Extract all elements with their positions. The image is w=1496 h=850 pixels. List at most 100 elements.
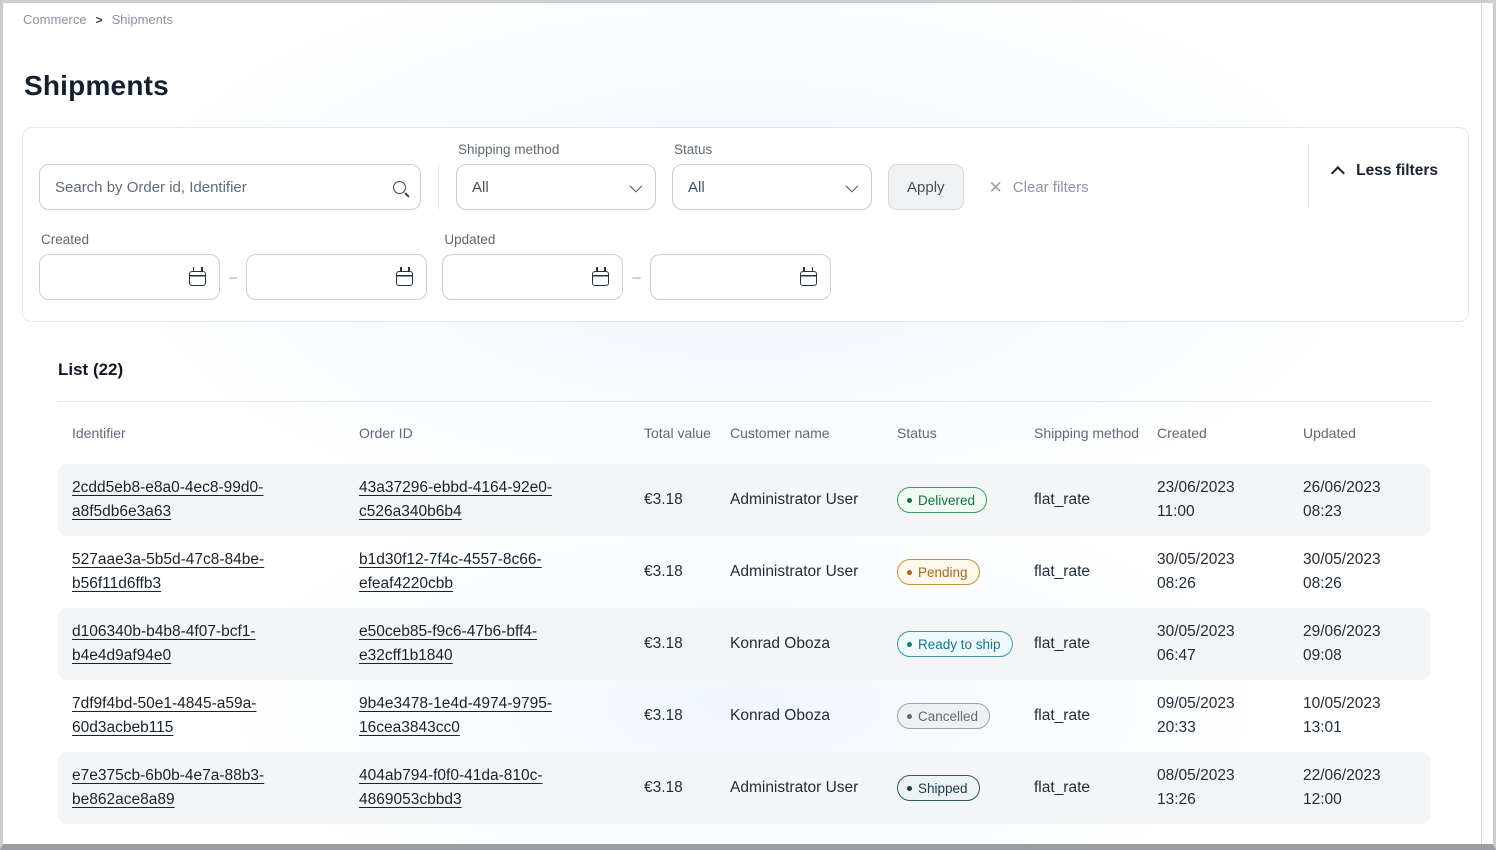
shipping-method-select[interactable]: All (456, 164, 656, 210)
close-icon: ✕ (989, 179, 1003, 196)
total-value-cell: €3.18 (644, 563, 730, 581)
status-dot-icon (907, 642, 912, 647)
status-badge: Pending (897, 559, 980, 585)
search-icon[interactable] (393, 181, 406, 194)
breadcrumb-commerce[interactable]: Commerce (23, 12, 87, 27)
shipments-page: Commerce > Shipments Shipments Shipping … (0, 0, 1496, 850)
breadcrumb-shipments[interactable]: Shipments (112, 12, 173, 27)
total-value-cell: €3.18 (644, 635, 730, 653)
calendar-icon[interactable] (396, 271, 413, 286)
status-badge: Cancelled (897, 703, 990, 729)
updated-to-box (650, 254, 831, 300)
updated-cell: 22/06/202312:00 (1303, 764, 1431, 812)
list-title: List (22) (58, 360, 1431, 380)
updated-to-input[interactable] (663, 269, 800, 286)
status-dot-icon (907, 786, 912, 791)
identifier-link[interactable]: e7e375cb-6b0b-4e7a-88b3-be862ace8a89 (72, 767, 264, 808)
created-cell: 08/05/202313:26 (1157, 764, 1303, 812)
updated-cell: 30/05/202308:26 (1303, 548, 1431, 596)
shipping-method-cell: flat_rate (1034, 707, 1157, 725)
filter-divider (438, 165, 439, 209)
table-header: Identifier Order ID Total value Customer… (58, 402, 1431, 464)
status-badge: Ready to ship (897, 631, 1013, 657)
clear-filters-button[interactable]: ✕ Clear filters (989, 164, 1089, 210)
order-id-link[interactable]: 9b4e3478-1e4d-4974-9795-16cea3843cc0 (359, 695, 552, 736)
chevron-up-icon (1331, 166, 1345, 180)
date-range-dash: – (632, 269, 640, 286)
order-id-link[interactable]: 43a37296-ebbd-4164-92e0-c526a340b6b4 (359, 479, 552, 520)
filters-row-main: Shipping method All Status All Apply (39, 142, 1452, 210)
identifier-link[interactable]: d106340b-b4b8-4f07-bcf1-b4e4d9af94e0 (72, 623, 256, 664)
shipping-method-filter: Shipping method All (456, 142, 656, 210)
page-title: Shipments (24, 70, 1481, 102)
table-row: d106340b-b4b8-4f07-bcf1-b4e4d9af94e0 e50… (58, 608, 1431, 680)
updated-cell: 29/06/202309:08 (1303, 620, 1431, 668)
status-dot-icon (907, 714, 912, 719)
order-id-link[interactable]: 404ab794-f0f0-41da-810c-4869053cbbd3 (359, 767, 543, 808)
calendar-icon[interactable] (592, 271, 609, 286)
filters-row-dates: Created – Updat (39, 232, 1452, 300)
updated-date-filter: Updated – (442, 232, 830, 300)
order-id-link[interactable]: b1d30f12-7f4c-4557-8c66-efeaf4220cbb (359, 551, 542, 592)
status-badge: Shipped (897, 775, 980, 801)
shipping-method-cell: flat_rate (1034, 563, 1157, 581)
order-id-link[interactable]: e50ceb85-f9c6-47b6-bff4-e32cff1b1840 (359, 623, 537, 664)
shipping-method-value: All (472, 179, 489, 196)
date-range-dash: – (229, 269, 237, 286)
created-cell: 30/05/202306:47 (1157, 620, 1303, 668)
breadcrumb: Commerce > Shipments (3, 3, 1481, 27)
status-label: Status (674, 142, 872, 157)
shipping-method-cell: flat_rate (1034, 635, 1157, 653)
column-header-status: Status (897, 425, 1034, 441)
status-select[interactable]: All (672, 164, 872, 210)
search-box (39, 164, 421, 210)
column-header-updated: Updated (1303, 425, 1431, 441)
status-filter: Status All (672, 142, 872, 210)
vertical-scrollbar[interactable] (1481, 3, 1493, 844)
identifier-link[interactable]: 2cdd5eb8-e8a0-4ec8-99d0-a8f5db6e3a63 (72, 479, 263, 520)
table-row: 7df9f4bd-50e1-4845-a59a-60d3acbeb115 9b4… (58, 680, 1431, 752)
customer-name-cell: Administrator User (730, 491, 897, 509)
customer-name-cell: Administrator User (730, 779, 897, 797)
customer-name-cell: Konrad Oboza (730, 635, 897, 653)
created-to-input[interactable] (259, 269, 396, 286)
shipping-method-cell: flat_rate (1034, 491, 1157, 509)
created-label: Created (41, 232, 427, 247)
less-filters-label: Less filters (1356, 162, 1438, 180)
status-badge: Delivered (897, 487, 987, 513)
total-value-cell: €3.18 (644, 707, 730, 725)
customer-name-cell: Administrator User (730, 563, 897, 581)
updated-cell: 26/06/202308:23 (1303, 476, 1431, 524)
identifier-link[interactable]: 527aae3a-5b5d-47c8-84be-b56f11d6ffb3 (72, 551, 264, 592)
updated-cell: 10/05/202313:01 (1303, 692, 1431, 740)
column-header-created: Created (1157, 425, 1303, 441)
table-row: 2cdd5eb8-e8a0-4ec8-99d0-a8f5db6e3a63 43a… (58, 464, 1431, 536)
created-cell: 30/05/202308:26 (1157, 548, 1303, 596)
column-header-shipping-method: Shipping method (1034, 425, 1157, 441)
search-input[interactable] (55, 179, 393, 196)
clear-filters-label: Clear filters (1013, 179, 1089, 196)
table-row: 527aae3a-5b5d-47c8-84be-b56f11d6ffb3 b1d… (58, 536, 1431, 608)
apply-button[interactable]: Apply (888, 164, 964, 210)
calendar-icon[interactable] (189, 271, 206, 286)
column-header-identifier: Identifier (72, 425, 359, 441)
column-header-total-value: Total value (644, 425, 730, 441)
updated-from-box (442, 254, 623, 300)
shipping-method-label: Shipping method (458, 142, 656, 157)
table-row: e7e375cb-6b0b-4e7a-88b3-be862ace8a89 404… (58, 752, 1431, 824)
updated-from-input[interactable] (455, 269, 592, 286)
identifier-link[interactable]: 7df9f4bd-50e1-4845-a59a-60d3acbeb115 (72, 695, 256, 736)
chevron-down-icon (630, 179, 643, 192)
created-from-input[interactable] (52, 269, 189, 286)
total-value-cell: €3.18 (644, 779, 730, 797)
status-dot-icon (907, 498, 912, 503)
less-filters-toggle[interactable]: Less filters (1335, 162, 1438, 180)
column-header-order-id: Order ID (359, 425, 644, 441)
total-value-cell: €3.18 (644, 491, 730, 509)
created-cell: 09/05/202320:33 (1157, 692, 1303, 740)
created-date-filter: Created – (39, 232, 427, 300)
status-value: All (688, 179, 705, 196)
shipping-method-cell: flat_rate (1034, 779, 1157, 797)
chevron-down-icon (846, 179, 859, 192)
calendar-icon[interactable] (800, 271, 817, 286)
